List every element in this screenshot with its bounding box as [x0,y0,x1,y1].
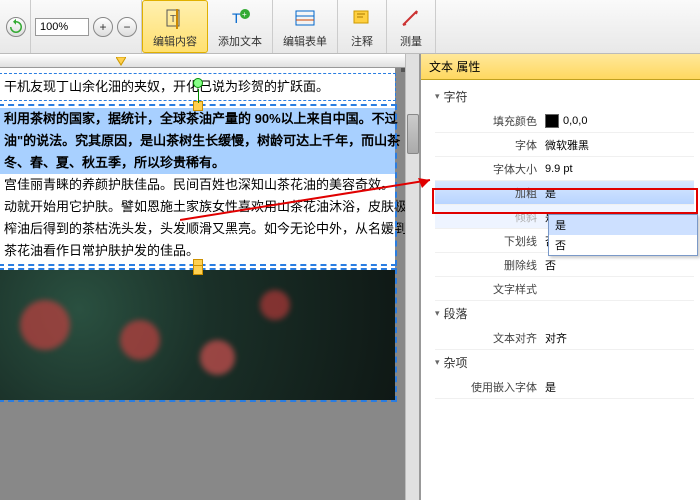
zoom-out-icon[interactable]: − [117,17,137,37]
color-swatch[interactable] [545,114,559,128]
measure-icon [397,5,425,33]
form-icon [291,5,319,33]
edit-content-button[interactable]: T 编辑内容 [142,0,208,53]
prop-embed-font[interactable]: 使用嵌入字体 是 [435,375,694,399]
prop-font[interactable]: 字体 微软雅黑 [435,133,694,157]
italic-dropdown[interactable]: 是 否 [548,214,698,256]
document-viewport[interactable]: ✕ 干机友现丁山余化沺的夹奴，开化已说为珍贺的扩跃面。 利用茶树的国家，据统计，… [0,54,420,500]
add-text-label: 添加文本 [218,33,262,49]
svg-text:+: + [242,10,247,19]
toolbar: 100% + − T 编辑内容 T+ 添加文本 编辑表单 注释 测量 [0,0,700,54]
toolbar-zoom-group: 100% + − [31,0,142,53]
prop-strike[interactable]: 删除线 否 [435,253,694,277]
panel-body: ▾字符 填充颜色 0,0,0 字体 微软雅黑 字体大小 9.9 pt 加粗 是 … [421,80,700,500]
add-text-button[interactable]: T+ 添加文本 [208,0,273,53]
prop-bold[interactable]: 加粗 是 [435,181,694,205]
text-line: 动就开始用它护肤。譬如恩施土家族女性喜欢用山茶花油沐浴，皮肤极 [0,196,395,218]
text-cursor-icon: T [161,5,189,33]
measure-button[interactable]: 测量 [387,0,436,53]
text-line: 油"的说法。究其原因，是山茶树生长缓慢，树龄可达上千年，而山茶 [0,130,395,152]
prop-align[interactable]: 文本对齐 对齐 [435,326,694,350]
svg-text:T: T [232,10,241,26]
prop-font-size[interactable]: 字体大小 9.9 pt [435,157,694,181]
svg-text:T: T [170,14,176,25]
main-area: ✕ 干机友现丁山余化沺的夹奴，开化已说为珍贺的扩跃面。 利用茶树的国家，据统计，… [0,54,700,500]
collapse-icon: ▾ [435,308,440,319]
text-block-selected[interactable]: 利用茶树的国家，据统计，全球茶油产量的 90%以上来自中国。不过 油"的说法。究… [0,106,395,264]
refresh-icon[interactable] [6,17,26,37]
dropdown-option-yes[interactable]: 是 [549,215,697,235]
ruler-indent-marker[interactable] [116,54,126,64]
edit-content-label: 编辑内容 [153,33,197,49]
panel-title: 文本 属性 [421,54,700,80]
prop-fill-color[interactable]: 填充颜色 0,0,0 [435,109,694,133]
add-text-icon: T+ [226,5,254,33]
rotate-handle-icon[interactable] [193,78,203,88]
dropdown-option-no[interactable]: 否 [549,235,697,255]
annotate-icon [348,5,376,33]
section-char[interactable]: ▾字符 [435,84,694,109]
text-line: 冬、春、夏、秋五季，所以珍贵稀有。 [0,152,395,174]
edit-form-label: 编辑表单 [283,33,327,49]
toolbar-nav-group [2,0,31,53]
section-misc[interactable]: ▾杂项 [435,350,694,375]
prop-text-style[interactable]: 文字样式 [435,277,694,301]
text-line: 茶花油看作日常护肤护发的佳品。 [0,240,395,262]
section-para[interactable]: ▾段落 [435,301,694,326]
scrollbar-thumb[interactable] [407,114,419,154]
page: 干机友现丁山余化沺的夹奴，开化已说为珍贺的扩跃面。 利用茶树的国家，据统计，全球… [0,68,395,400]
properties-panel: 文本 属性 ▾字符 填充颜色 0,0,0 字体 微软雅黑 字体大小 9.9 pt… [420,54,700,500]
annotate-label: 注释 [351,33,373,49]
text-line: 利用茶树的国家，据统计，全球茶油产量的 90%以上来自中国。不过 [0,108,395,130]
edit-form-button[interactable]: 编辑表单 [273,0,338,53]
zoom-input[interactable]: 100% [35,18,89,36]
image-block[interactable] [0,270,395,400]
ruler [0,54,419,68]
collapse-icon: ▾ [435,91,440,102]
measure-label: 测量 [400,33,422,49]
text-line: 榨油后得到的茶枯洗头发，头发顺滑又黑亮。如今无论中外，从名媛到 [0,218,395,240]
annotate-button[interactable]: 注释 [338,0,387,53]
vertical-scrollbar[interactable] [405,54,419,500]
zoom-in-icon[interactable]: + [93,17,113,37]
text-line: 宫佳丽青睐的养颜护肤佳品。民间百姓也深知山茶花油的美容奇效。 [0,174,395,196]
collapse-icon: ▾ [435,357,440,368]
